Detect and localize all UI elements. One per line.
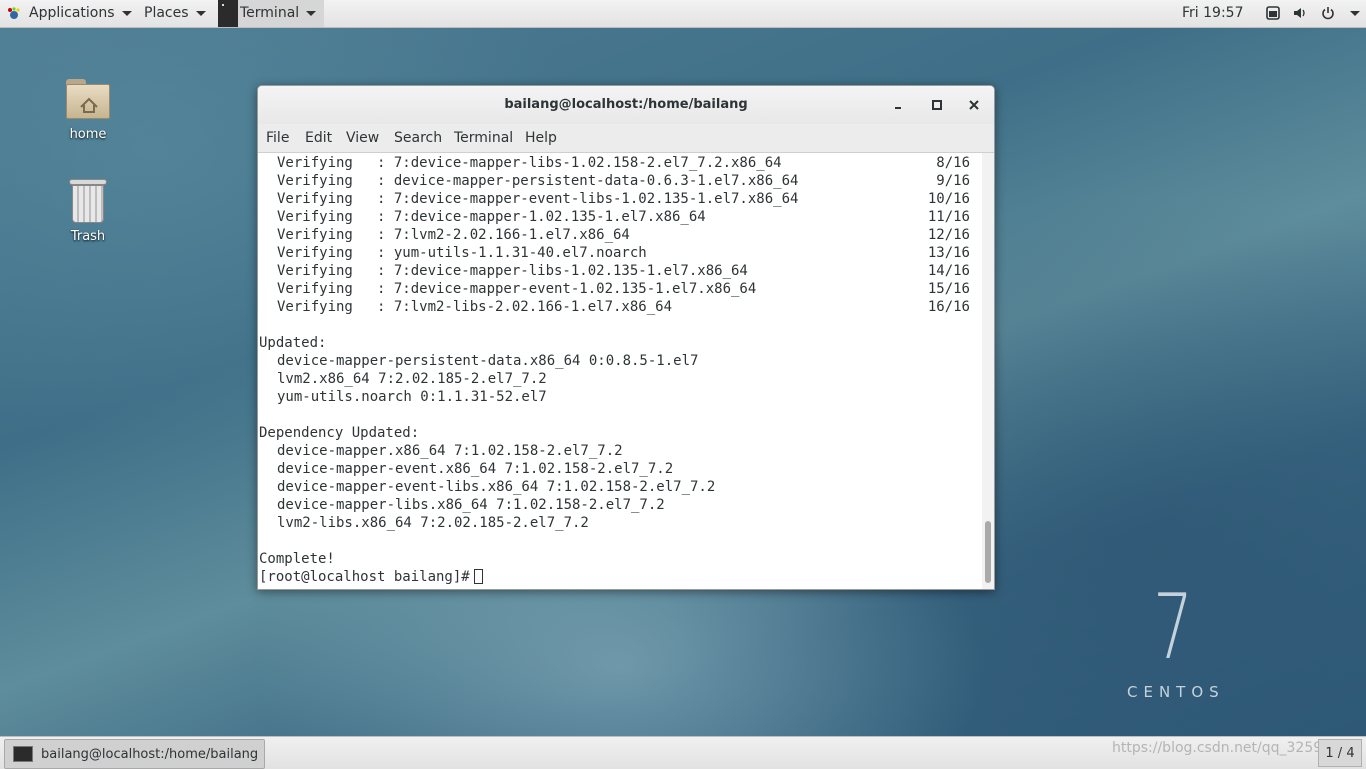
places-menu[interactable]: Places xyxy=(144,0,206,27)
updated-line: yum-utils.noarch 0:1.1.31-52.el7 xyxy=(277,389,547,405)
desktop-icon-label: Trash xyxy=(70,229,106,244)
applications-menu[interactable]: Applications xyxy=(6,0,132,27)
dependency-header: Dependency Updated: xyxy=(259,425,420,441)
chevron-down-icon xyxy=(121,11,132,16)
verify-line: Verifying: 7:device-mapper-event-libs-1.… xyxy=(277,191,970,207)
terminal-icon xyxy=(218,0,238,27)
watermark-text: https://blog.csdn.net/qq_32598 xyxy=(1112,740,1332,756)
terminal-app-menu[interactable]: Terminal xyxy=(218,0,325,27)
updated-line: device-mapper-persistent-data.x86_64 0:0… xyxy=(277,353,699,369)
menu-edit[interactable]: Edit xyxy=(305,124,332,152)
power-icon[interactable] xyxy=(1321,6,1335,20)
top-panel: Applications Places Terminal Fri 19:57 xyxy=(0,0,1366,28)
trash-icon xyxy=(69,179,107,223)
menu-help[interactable]: Help xyxy=(525,124,557,152)
places-label: Places xyxy=(144,5,189,21)
updated-header: Updated: xyxy=(259,335,327,351)
chevron-down-icon xyxy=(195,11,206,16)
shell-prompt: [root@localhost bailang]# xyxy=(259,569,470,585)
verify-line: Verifying: 7:device-mapper-libs-1.02.135… xyxy=(277,263,970,279)
window-icon[interactable] xyxy=(1266,6,1280,20)
clock[interactable]: Fri 19:57 xyxy=(1182,0,1243,27)
minimize-icon[interactable] xyxy=(890,96,908,114)
workspace-indicator[interactable]: 1 / 4 xyxy=(1318,739,1362,767)
dependency-line: device-mapper-event-libs.x86_64 7:1.02.1… xyxy=(277,479,716,495)
window-title: bailang@localhost:/home/bailang xyxy=(504,97,748,112)
menu-search[interactable]: Search xyxy=(394,124,442,152)
scrollbar[interactable] xyxy=(982,153,994,589)
maximize-icon[interactable] xyxy=(928,96,946,114)
bottom-panel: bailang@localhost:/home/bailang https://… xyxy=(0,736,1366,769)
home-folder-icon xyxy=(66,79,110,119)
menu-file[interactable]: File xyxy=(266,124,289,152)
verify-line: Verifying: device-mapper-persistent-data… xyxy=(277,173,970,189)
chevron-down-icon xyxy=(306,11,317,16)
scrollbar-thumb[interactable] xyxy=(985,521,991,583)
close-icon[interactable] xyxy=(965,96,983,114)
dependency-line: device-mapper.x86_64 7:1.02.158-2.el7_7.… xyxy=(277,443,623,459)
applications-label: Applications xyxy=(29,5,115,21)
complete-message: Complete! xyxy=(259,551,335,567)
verify-line: Verifying: 7:device-mapper-event-1.02.13… xyxy=(277,281,970,297)
window-titlebar[interactable]: bailang@localhost:/home/bailang xyxy=(258,86,994,124)
text-cursor xyxy=(473,569,483,584)
verify-line: Verifying: 7:lvm2-2.02.166-1.el7.x86_64 1… xyxy=(277,227,970,243)
dependency-line: device-mapper-libs.x86_64 7:1.02.158-2.e… xyxy=(277,497,665,513)
gnome-foot-icon xyxy=(8,6,20,19)
dependency-line: device-mapper-event.x86_64 7:1.02.158-2.… xyxy=(277,461,674,477)
taskbar-window-button[interactable]: bailang@localhost:/home/bailang xyxy=(4,739,265,769)
terminal-icon xyxy=(13,746,33,762)
updated-line: lvm2.x86_64 7:2.02.185-2.el7_7.2 xyxy=(277,371,547,387)
menu-terminal[interactable]: Terminal xyxy=(454,124,513,152)
dependency-line: lvm2-libs.x86_64 7:2.02.185-2.el7_7.2 xyxy=(277,515,589,531)
volume-icon[interactable] xyxy=(1293,6,1307,20)
centos-logo-number: 7 xyxy=(1153,575,1194,680)
chevron-down-icon[interactable] xyxy=(1350,11,1360,16)
terminal-menubar: File Edit View Search Terminal Help xyxy=(258,124,994,153)
prompt-line[interactable]: [root@localhost bailang]# xyxy=(259,568,483,586)
verify-line: Verifying: 7:device-mapper-libs-1.02.158… xyxy=(277,155,970,171)
verify-line: Verifying: yum-utils-1.1.31-40.el7.noarc… xyxy=(277,245,970,261)
desktop-icon-home[interactable]: home xyxy=(48,79,128,142)
terminal-output[interactable]: Verifying: 7:device-mapper-libs-1.02.158… xyxy=(258,153,982,589)
terminal-window[interactable]: bailang@localhost:/home/bailang File Edi… xyxy=(257,85,995,590)
taskbar-window-label: bailang@localhost:/home/bailang xyxy=(41,746,259,762)
verify-line: Verifying: 7:device-mapper-1.02.135-1.el… xyxy=(277,209,970,225)
terminal-app-label: Terminal xyxy=(240,5,300,21)
centos-logo-text: CENTOS xyxy=(1127,683,1225,701)
desktop-icon-trash[interactable]: Trash xyxy=(48,179,128,244)
verify-line: Verifying: 7:lvm2-libs-2.02.166-1.el7.x8… xyxy=(277,299,970,315)
desktop-icon-label: home xyxy=(69,127,107,142)
menu-view[interactable]: View xyxy=(346,124,379,152)
